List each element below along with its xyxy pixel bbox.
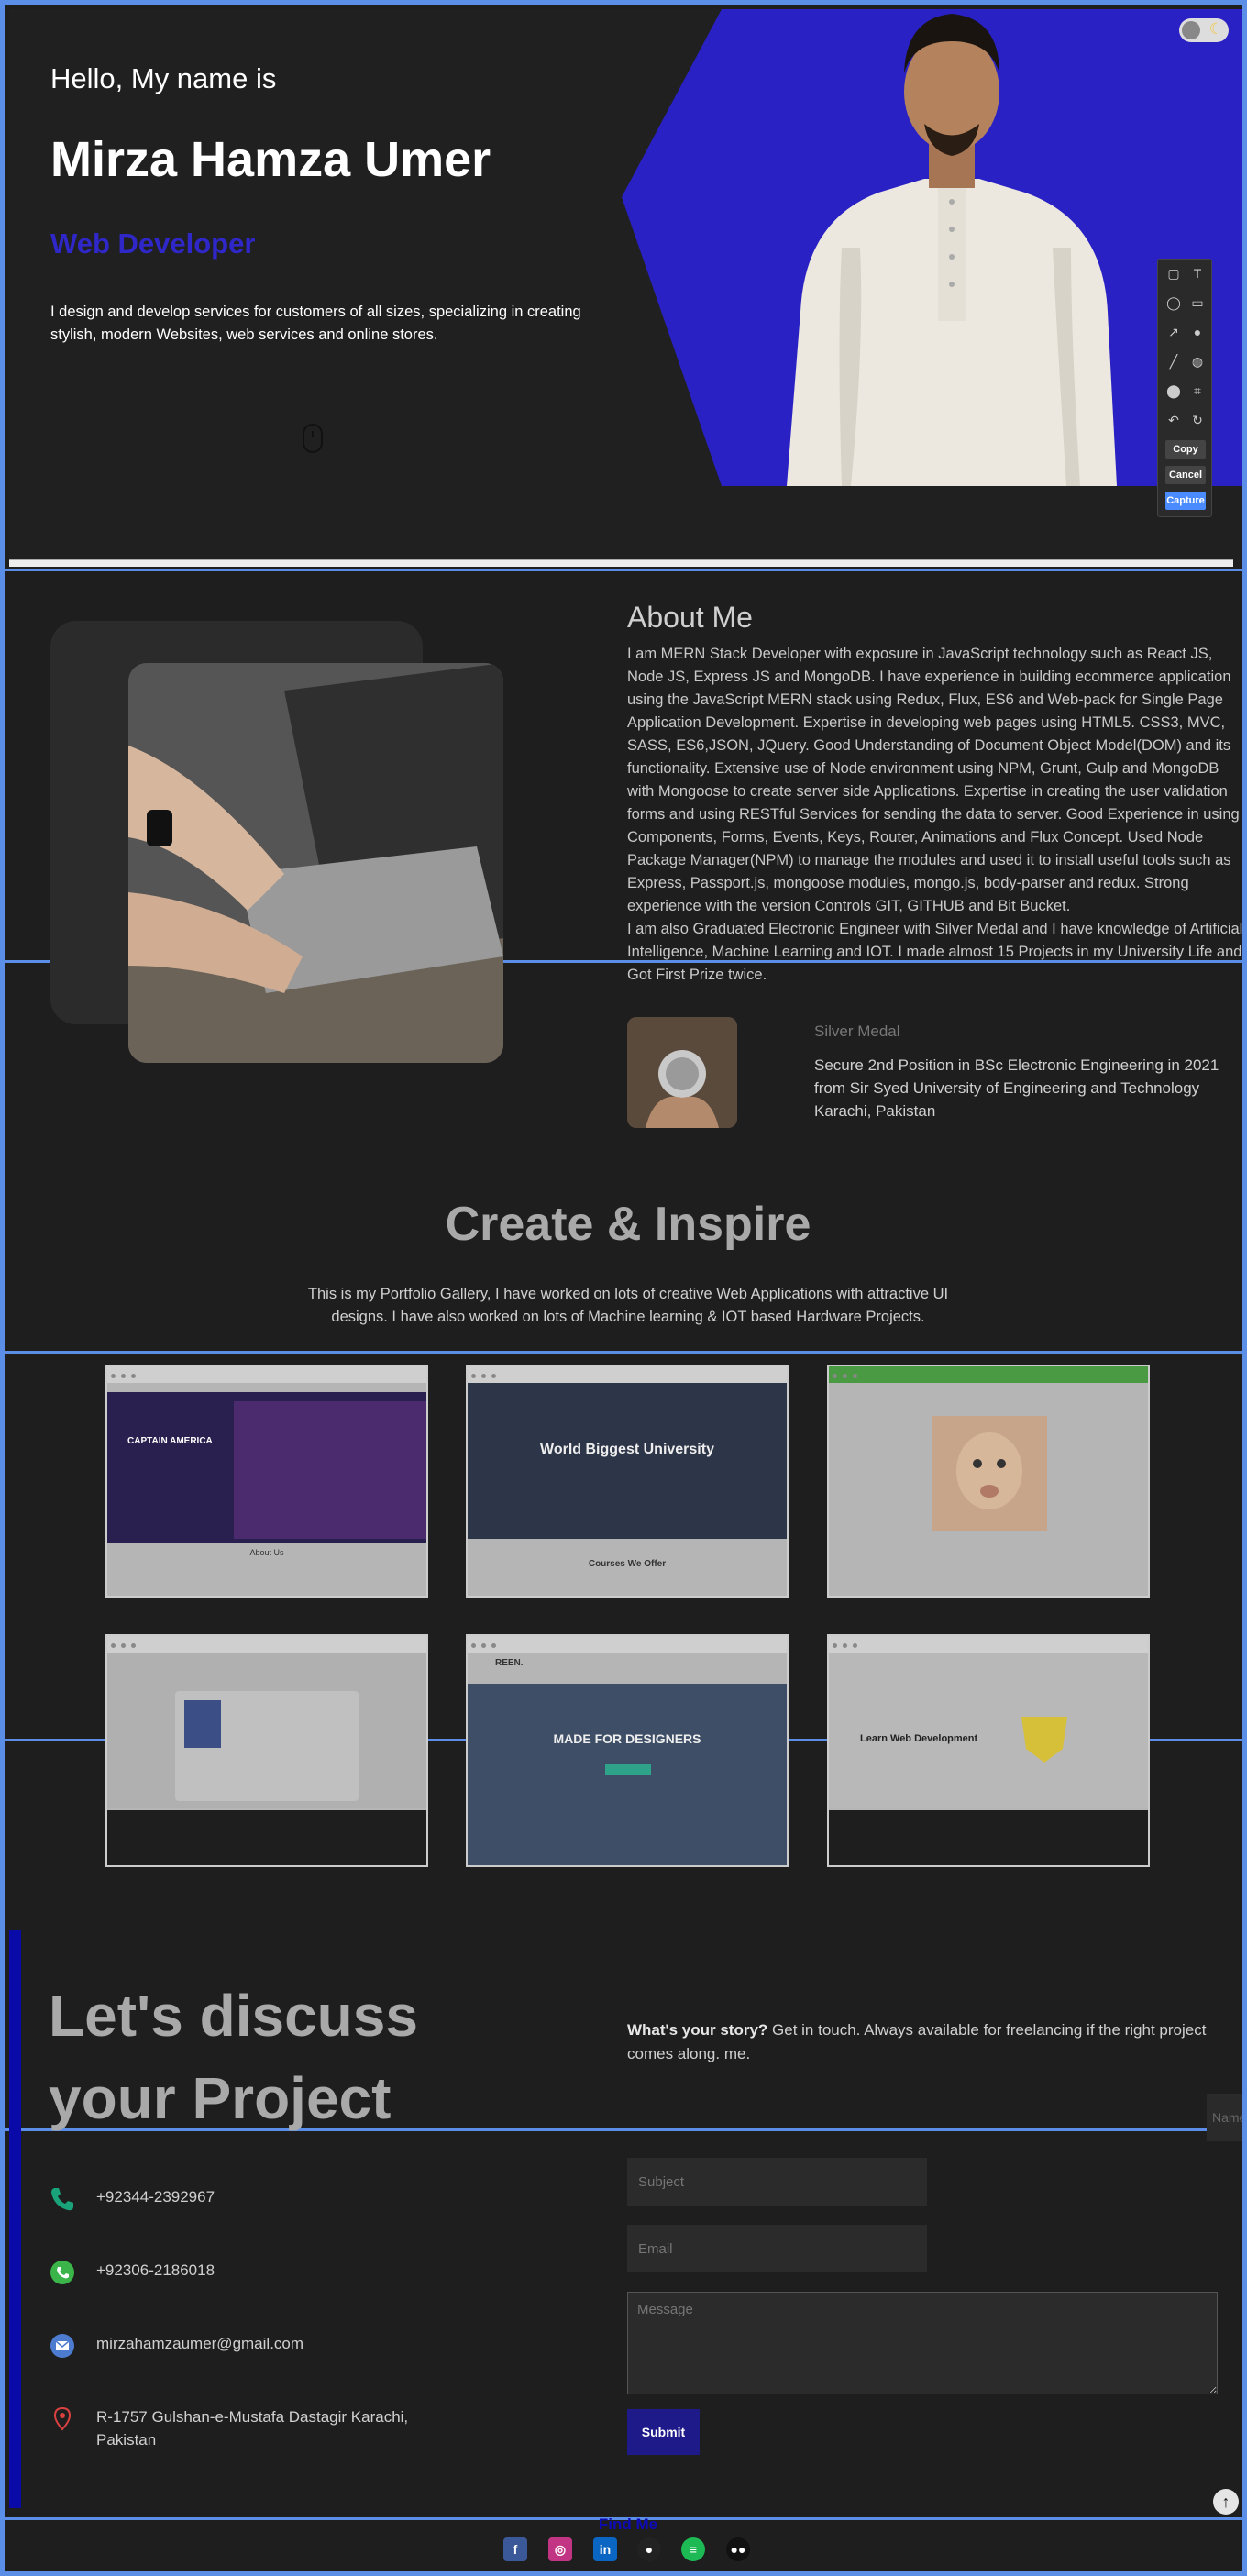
capture-toolbar: ▢ T ◯ ▭ ↗ ● ╱ ◍ ⬤ ⌗ ↶ ↻ Copy Cancel Capt…	[1157, 259, 1212, 517]
instagram-icon[interactable]: ◎	[548, 2537, 572, 2561]
story-bold: What's your story?	[627, 2021, 768, 2039]
hero-name: Mirza Hamza Umer	[50, 132, 491, 187]
moon-icon: ☾	[1208, 20, 1223, 38]
card-heading: World Biggest University	[540, 1442, 714, 1457]
page: Hello, My name is Mirza Hamza Umer Web D…	[0, 0, 1247, 2576]
theme-toggle[interactable]: ☾	[1179, 18, 1229, 42]
contact-address[interactable]: R-1757 Gulshan-e-Mustafa Dastagir Karach…	[49, 2405, 452, 2451]
hero-section: Hello, My name is Mirza Hamza Umer Web D…	[9, 9, 1242, 569]
copy-button[interactable]: Copy	[1165, 440, 1206, 459]
spotify-icon[interactable]: ≡	[681, 2537, 705, 2561]
phone-icon	[49, 2185, 76, 2213]
github-icon[interactable]: ●	[637, 2537, 661, 2561]
redo-icon[interactable]: ↻	[1189, 412, 1206, 428]
ellipse-icon[interactable]: ◯	[1165, 294, 1182, 311]
medal-title: Silver Medal	[814, 1023, 900, 1040]
address-text: R-1757 Gulshan-e-Mustafa Dastagir Karach…	[96, 2408, 409, 2449]
toggle-knob	[1182, 21, 1200, 39]
speech-bubble-icon[interactable]: ▭	[1189, 294, 1206, 311]
email-text: mirzahamzaumer@gmail.com	[96, 2335, 304, 2352]
contact-email[interactable]: mirzahamzaumer@gmail.com	[49, 2332, 303, 2360]
line-icon[interactable]: ╱	[1165, 353, 1182, 370]
about-text: I am MERN Stack Developer with exposure …	[627, 643, 1243, 987]
browser-chrome	[468, 1366, 787, 1383]
browser-chrome	[468, 1636, 787, 1653]
profile-photo	[787, 14, 1117, 486]
browser-chrome	[829, 1636, 1148, 1653]
whatsapp-icon	[49, 2259, 76, 2286]
portfolio-card-reen[interactable]: REEN. MADE FOR DESIGNERS	[466, 1634, 789, 1867]
email-input[interactable]	[627, 2225, 927, 2272]
scroll-to-top-icon[interactable]: ↑	[1213, 2489, 1239, 2515]
subject-input[interactable]	[627, 2158, 927, 2206]
email-icon	[49, 2332, 76, 2360]
about-paragraph-2: I am also Graduated Electronic Engineer …	[627, 921, 1243, 983]
portfolio-card-social-app[interactable]	[827, 1365, 1150, 1598]
capture-button[interactable]: Capture	[1165, 492, 1206, 510]
divider-line	[5, 1351, 1247, 1354]
portfolio-title: Create & Inspire	[445, 1198, 811, 1251]
phone-text: +92344-2392967	[96, 2188, 215, 2206]
silver-medal-photo	[627, 1017, 737, 1128]
mosaic-icon[interactable]: ◍	[1189, 353, 1206, 370]
browser-chrome	[107, 1366, 426, 1383]
footer-title: Find Me	[598, 2515, 658, 2533]
text-icon[interactable]: T	[1189, 265, 1206, 282]
name-input-peek[interactable]: Name	[1207, 2094, 1242, 2141]
number-marker-icon[interactable]: ●	[1189, 324, 1206, 340]
side-accent-bar	[9, 1930, 21, 2508]
scroll-mouse-icon[interactable]	[303, 424, 323, 453]
browser-chrome	[107, 1636, 426, 1653]
card-subheading: About Us	[249, 1548, 284, 1557]
crop-icon[interactable]: ⌗	[1189, 382, 1206, 399]
portfolio-card-learn-web[interactable]: Learn Web Development	[827, 1634, 1150, 1867]
portfolio-text: This is my Portfolio Gallery, I have wor…	[307, 1286, 949, 1325]
contact-whatsapp[interactable]: +92306-2186018	[49, 2259, 215, 2286]
whatsapp-text: +92306-2186018	[96, 2261, 215, 2279]
about-title: About Me	[627, 601, 753, 634]
undo-icon[interactable]: ↶	[1165, 412, 1182, 428]
contact-story: What's your story? Get in touch. Always …	[627, 2018, 1214, 2066]
card-heading: CAPTAIN AMERICA	[127, 1436, 213, 1446]
contact-phone[interactable]: +92344-2392967	[49, 2185, 215, 2213]
card-subheading: Courses We Offer	[588, 1559, 667, 1569]
portfolio-card-captain-america[interactable]: CAPTAIN AMERICA About Us	[105, 1365, 428, 1598]
about-paragraph-1: I am MERN Stack Developer with exposure …	[627, 646, 1240, 914]
submit-button[interactable]: Submit	[627, 2409, 700, 2455]
color-drop-icon[interactable]: ⬤	[1165, 382, 1182, 399]
portfolio-card-profile[interactable]	[105, 1634, 428, 1867]
hero-intro: I design and develop services for custom…	[50, 304, 581, 343]
linkedin-icon[interactable]: in	[593, 2537, 617, 2561]
location-pin-icon	[49, 2405, 76, 2433]
message-textarea[interactable]	[627, 2292, 1218, 2394]
card-brand: REEN.	[495, 1658, 524, 1668]
hero-bottom-band	[9, 486, 1242, 569]
portfolio-card-university[interactable]: World Biggest University Courses We Offe…	[466, 1365, 789, 1598]
card-heading: Learn Web Development	[860, 1733, 978, 1744]
about-laptop-photo	[128, 663, 503, 1063]
hero-role: Web Developer	[50, 227, 256, 260]
medium-icon[interactable]: ●●	[726, 2537, 750, 2561]
cancel-button[interactable]: Cancel	[1165, 466, 1206, 484]
contact-title: Let's discuss your Project	[49, 1983, 418, 2131]
horizontal-scrollbar[interactable]	[9, 559, 1233, 567]
facebook-icon[interactable]: f	[503, 2537, 527, 2561]
browser-chrome	[829, 1366, 1148, 1383]
hero-greeting: Hello, My name is	[50, 62, 277, 94]
divider-line	[5, 569, 1247, 571]
arrow-icon[interactable]: ↗	[1165, 324, 1182, 340]
rectangle-icon[interactable]: ▢	[1165, 265, 1182, 282]
card-heading: MADE FOR DESIGNERS	[553, 1731, 701, 1746]
medal-text: Secure 2nd Position in BSc Electronic En…	[814, 1056, 1219, 1120]
